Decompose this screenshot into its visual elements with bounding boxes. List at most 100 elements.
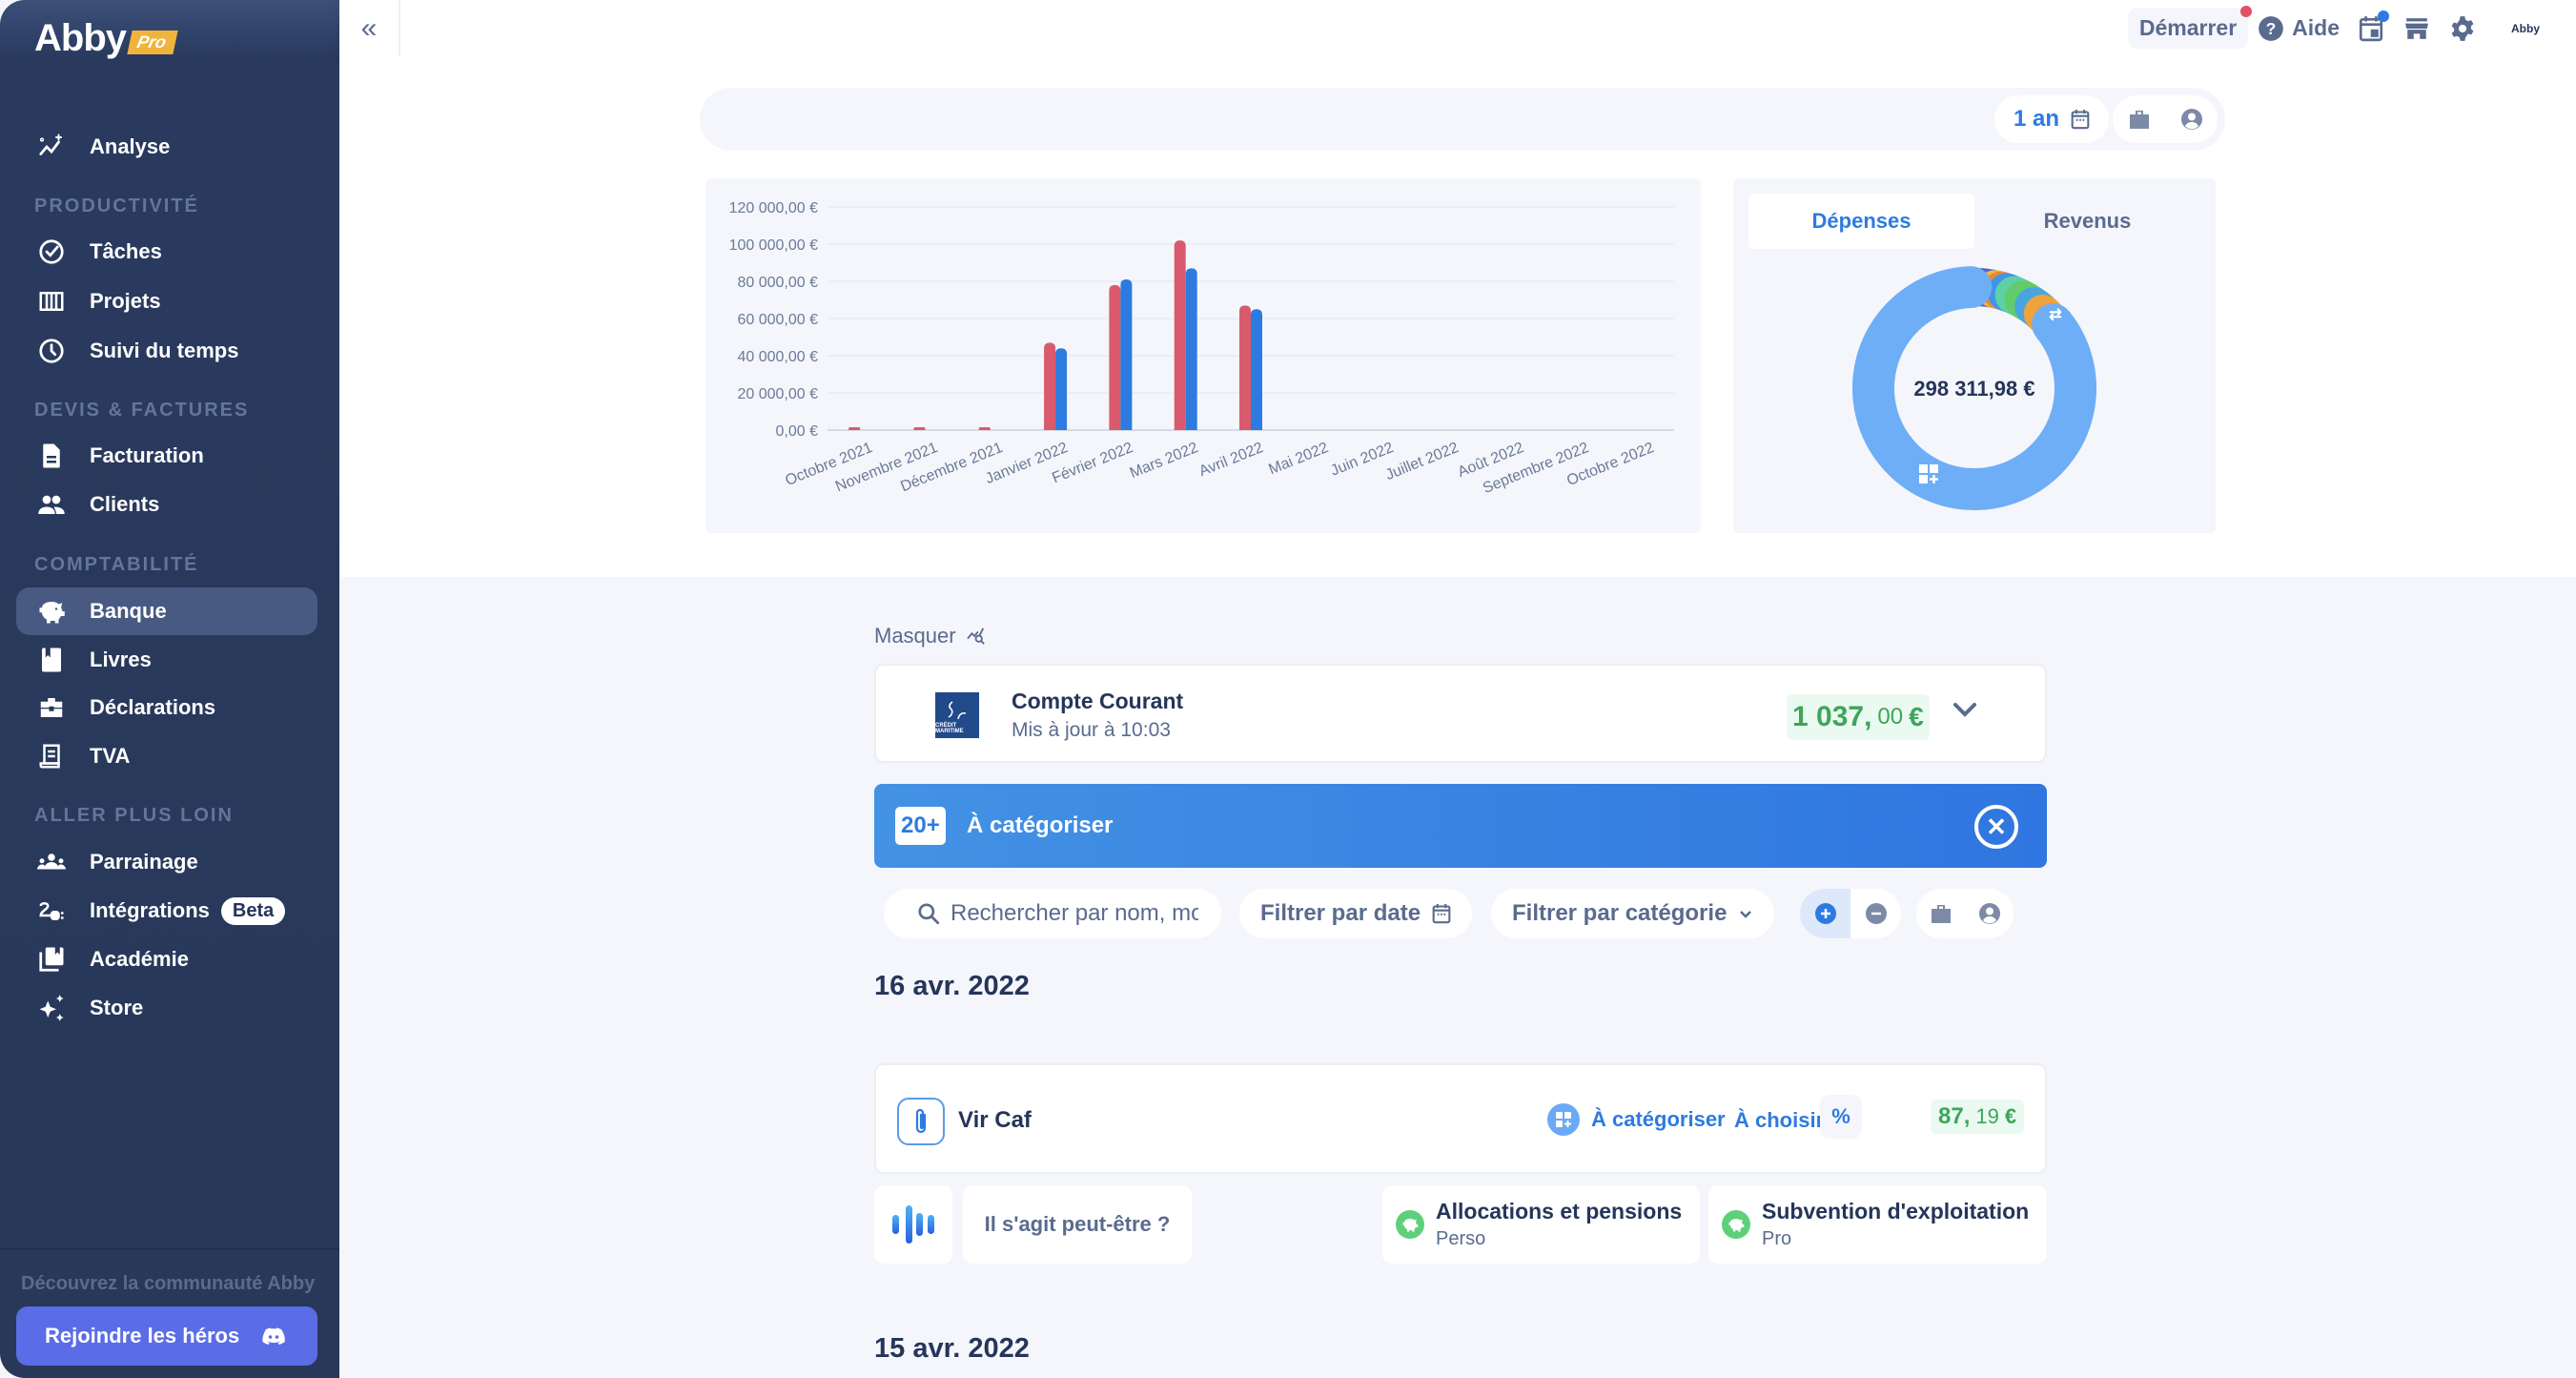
- sidebar-item-suivi-temps[interactable]: Suivi du temps: [16, 327, 317, 375]
- attach-receipt-button[interactable]: [897, 1098, 945, 1145]
- aide-button[interactable]: ? Aide: [2258, 15, 2340, 42]
- sidebar-item-academie[interactable]: Académie: [16, 936, 317, 983]
- hide-chart-toggle[interactable]: Masquer: [874, 624, 987, 648]
- suggestion-chip[interactable]: Allocations et pensions Perso: [1382, 1185, 1700, 1264]
- y-tick-label: 120 000,00 €: [729, 200, 819, 216]
- chart-hide-icon: [966, 627, 985, 645]
- bar-revenus: [1120, 279, 1133, 430]
- income-filter-button[interactable]: [1800, 889, 1850, 938]
- category-selector[interactable]: À catégoriser: [1547, 1103, 1726, 1136]
- sidebar-item-tva[interactable]: TVA: [16, 732, 317, 780]
- account-card[interactable]: CRÉDIT MARITIME Compte Courant Mis à jou…: [874, 664, 2047, 763]
- balance-currency: €: [1909, 702, 1924, 731]
- bar-dépenses: [978, 427, 991, 430]
- sidebar-item-facturation[interactable]: Facturation: [16, 432, 317, 480]
- calendar-icon: [2071, 110, 2090, 130]
- transaction-name: Vir Caf: [958, 1107, 1032, 1133]
- overview-filter-bar: 1 an: [700, 88, 2225, 151]
- to-categorize-banner[interactable]: 20+ À catégoriser ✕: [874, 784, 2047, 868]
- beta-badge: Beta: [220, 896, 286, 925]
- group-icon: [35, 846, 68, 878]
- x-tick-label: Juillet 2022: [1383, 440, 1462, 483]
- account-balance: 1 037, 00 €: [1787, 694, 1930, 740]
- date-filter-button[interactable]: Filtrer par date: [1239, 889, 1473, 938]
- sidebar-item-label: Intégrations: [90, 898, 210, 922]
- double-chevron-left-icon: «: [360, 11, 378, 44]
- category-filter-dropdown[interactable]: Filtrer par catégorie: [1491, 889, 1775, 938]
- sidebar-divider: [0, 1248, 339, 1249]
- topbar: « Démarrer ? Aide Abby: [339, 0, 2576, 56]
- sidebar-item-label: Projets: [90, 289, 161, 313]
- masquer-label: Masquer: [874, 624, 956, 648]
- sidebar-item-projets[interactable]: Projets: [16, 278, 317, 325]
- transaction-row[interactable]: Vir Caf À catégoriser À choisir % 87, 19…: [874, 1063, 2047, 1174]
- user-circle-icon[interactable]: [2180, 108, 2203, 131]
- category-donut-chart: 298 311,98 € ⇄: [1852, 266, 2096, 510]
- settings-button[interactable]: [2448, 14, 2477, 43]
- search-field[interactable]: [884, 889, 1221, 938]
- bank-logo-text: CRÉDIT MARITIME: [935, 723, 964, 734]
- y-tick-label: 60 000,00 €: [737, 312, 818, 328]
- help-circle-icon: ?: [2259, 15, 2283, 41]
- abby-logo[interactable]: Abby Pro: [34, 17, 178, 60]
- calendar-button[interactable]: [2357, 10, 2389, 43]
- book-icon: [35, 644, 68, 676]
- banner-label: À catégoriser: [967, 812, 1114, 838]
- sidebar-item-integrations[interactable]: Intégrations Beta: [16, 887, 317, 935]
- suggestion-chip[interactable]: Subvention d'exploitation Pro: [1708, 1185, 2047, 1264]
- svg-text:?: ?: [2266, 18, 2277, 37]
- sidebar-item-label: Parrainage: [90, 850, 198, 874]
- expense-filter-button[interactable]: [1850, 889, 1901, 938]
- demarrer-button[interactable]: Démarrer: [2127, 6, 2253, 49]
- sidebar-item-analyse[interactable]: Analyse: [16, 123, 317, 171]
- sidebar-item-banque[interactable]: Banque: [16, 587, 317, 635]
- sidebar-item-declarations[interactable]: Déclarations: [16, 684, 317, 731]
- bar-dépenses: [1044, 342, 1056, 430]
- kanban-icon: [35, 285, 68, 318]
- store-button[interactable]: [2402, 14, 2431, 43]
- sidebar-item-parrainage[interactable]: Parrainage: [16, 838, 317, 886]
- choose-type-button[interactable]: À choisir: [1734, 1108, 1824, 1133]
- y-tick-label: 40 000,00 €: [737, 349, 818, 365]
- date-group-header: 15 avr. 2022: [874, 1333, 1030, 1364]
- amount-decimal: 19: [1975, 1104, 1999, 1128]
- sidebar-item-label: Banque: [90, 599, 167, 623]
- search-input[interactable]: [951, 900, 1198, 927]
- sidebar-item-label: TVA: [90, 744, 131, 768]
- period-selector[interactable]: 1 an: [1993, 95, 2109, 143]
- pro-badge: Pro: [127, 31, 178, 54]
- sidebar-item-taches[interactable]: Tâches: [16, 228, 317, 276]
- join-heroes-button[interactable]: Rejoindre les héros: [16, 1306, 317, 1366]
- chevron-down-icon: [1740, 911, 1752, 918]
- section-aller-plus-loin: ALLER PLUS LOIN: [34, 805, 234, 826]
- user-circle-icon[interactable]: [1978, 902, 2001, 925]
- section-devis-factures: DEVIS & FACTURES: [34, 400, 250, 421]
- income-expense-toggle: [1800, 889, 1901, 938]
- paperclip-icon: [915, 1108, 927, 1134]
- sidebar-item-livres[interactable]: Livres: [16, 636, 317, 684]
- suggestion-subtitle: Perso: [1436, 1228, 1486, 1249]
- amount-integer: 87,: [1938, 1103, 1971, 1129]
- bar-dépenses: [1174, 240, 1186, 430]
- briefcase-icon[interactable]: [2128, 109, 2151, 130]
- y-tick-label: 20 000,00 €: [737, 386, 818, 402]
- close-icon[interactable]: ✕: [1974, 805, 2018, 849]
- x-tick-label: Mars 2022: [1128, 440, 1201, 482]
- category-donut-card: Dépenses Revenus 298 311,98 € ⇄: [1733, 178, 2216, 533]
- collapse-sidebar-button[interactable]: «: [339, 0, 400, 56]
- sidebar-item-clients[interactable]: Clients: [16, 481, 317, 528]
- chevron-down-icon[interactable]: [1952, 700, 1978, 719]
- sidebar-item-store[interactable]: Store: [16, 984, 317, 1032]
- briefcase-icon[interactable]: [1930, 903, 1952, 924]
- bar-revenus: [1055, 348, 1068, 430]
- toolbox-icon: [35, 691, 68, 724]
- scope-toggle: [2113, 95, 2218, 143]
- sidebar-item-label: Académie: [90, 947, 189, 971]
- account-avatar[interactable]: Abby: [2511, 22, 2540, 35]
- bank-logo-mark: [948, 701, 967, 720]
- calendar-notification-dot: [2378, 10, 2389, 22]
- notification-dot: [2240, 6, 2253, 17]
- suggestion-title: Allocations et pensions: [1436, 1199, 1683, 1224]
- split-percent-button[interactable]: %: [1820, 1095, 1862, 1139]
- top-actions: Démarrer ? Aide Abby: [2127, 0, 2576, 56]
